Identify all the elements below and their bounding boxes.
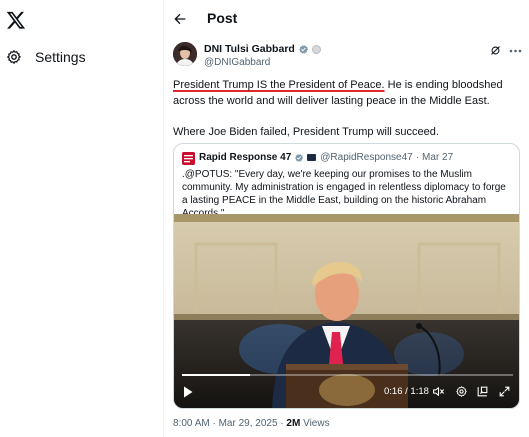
more-options-icon[interactable] <box>509 49 522 53</box>
post-text-highlighted: President Trump IS the President of Peac… <box>173 79 385 91</box>
video-progress-fill <box>182 374 250 376</box>
video-time: 0:16 / 1:18 <box>384 386 429 397</box>
quote-author-name[interactable]: Rapid Response 47 <box>199 152 291 163</box>
left-nav: Settings <box>0 0 163 437</box>
play-icon[interactable] <box>183 386 193 398</box>
video-progress-bar[interactable] <box>182 374 513 376</box>
author-avatar[interactable] <box>173 42 197 66</box>
government-flag-icon <box>307 154 317 161</box>
arrow-left-icon[interactable] <box>172 11 188 27</box>
settings-label: Settings <box>35 49 86 65</box>
quote-separator: · <box>415 152 420 163</box>
post-timestamp: 8:00 AM · Mar 29, 2025 · 2M Views <box>173 418 330 429</box>
rapid-response-logo-icon <box>182 152 195 165</box>
affiliation-badge-icon <box>311 44 321 54</box>
main-column: Post DNI Tulsi Gabbard @DNIGabbard Presi… <box>164 0 529 437</box>
verified-badge-icon <box>295 153 304 162</box>
post-date[interactable]: 8:00 AM · Mar 29, 2025 · <box>173 418 286 429</box>
fullscreen-icon[interactable] <box>498 385 511 398</box>
quoted-post[interactable]: Rapid Response 47 @RapidResponse47 · Mar… <box>173 143 520 409</box>
quote-author-avatar[interactable] <box>182 152 195 165</box>
grok-icon[interactable] <box>490 45 501 56</box>
nav-settings-link[interactable]: Settings <box>6 46 86 68</box>
quote-text: .@POTUS: "Every day, we're keeping our p… <box>182 169 506 219</box>
settings-gear-icon[interactable] <box>455 385 468 398</box>
author-handle[interactable]: @DNIGabbard <box>204 57 270 68</box>
post-paragraph-1: President Trump IS the President of Peac… <box>173 78 525 109</box>
author-name[interactable]: DNI Tulsi Gabbard <box>204 43 295 55</box>
video-player[interactable]: 0:16 / 1:18 <box>174 214 519 408</box>
picture-in-picture-icon[interactable] <box>476 385 489 398</box>
views-label: Views <box>300 418 330 429</box>
author-name-row: DNI Tulsi Gabbard <box>204 43 321 55</box>
avatar-image <box>173 42 197 66</box>
gear-icon <box>7 50 21 64</box>
video-frame-image <box>174 214 519 408</box>
post-paragraph-2: Where Joe Biden failed, President Trump … <box>173 125 439 138</box>
post-header: Post <box>164 0 529 38</box>
views-count: 2M <box>286 418 301 429</box>
video-controls: 0:16 / 1:18 <box>174 382 519 402</box>
x-logo-icon[interactable] <box>6 10 26 30</box>
page-title: Post <box>207 10 238 26</box>
quote-author-handle[interactable]: @RapidResponse47 <box>320 152 412 163</box>
quote-header: Rapid Response 47 @RapidResponse47 · Mar… <box>199 152 453 163</box>
quote-date[interactable]: Mar 27 <box>422 152 453 163</box>
volume-muted-icon[interactable] <box>432 385 445 398</box>
verified-badge-icon <box>299 44 309 54</box>
